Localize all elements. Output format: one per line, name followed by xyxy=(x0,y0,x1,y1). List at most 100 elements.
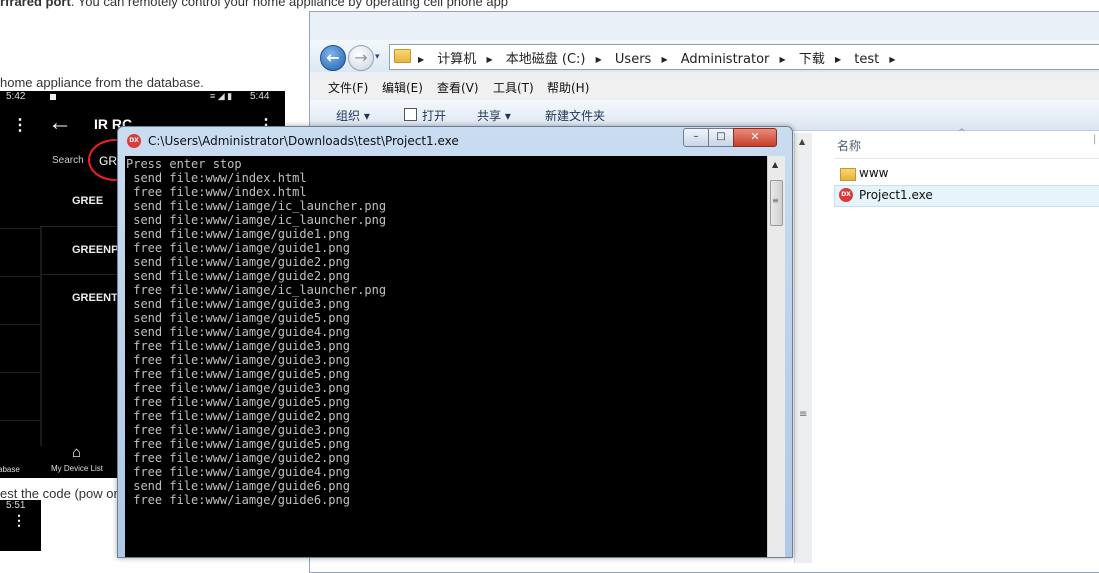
new-folder-button[interactable]: 新建文件夹 xyxy=(545,107,605,124)
phone-divider xyxy=(40,226,42,446)
phone-time-left: 5:42 xyxy=(6,91,26,102)
back-button[interactable]: ← xyxy=(320,45,346,71)
console-line: free file:www/iamge/guide3.png xyxy=(126,423,350,437)
database-label: abase xyxy=(0,465,20,474)
app-icon: DX xyxy=(127,134,141,148)
phone-screenshot-2: 5:51 ⋮ xyxy=(0,500,41,551)
console-line: send file:www/iamge/ic_launcher.png xyxy=(126,213,387,227)
history-dropdown-icon[interactable]: ▾ xyxy=(375,52,380,62)
console-line: free file:www/iamge/guide5.png xyxy=(126,395,350,409)
console-line: free file:www/iamge/guide3.png xyxy=(126,339,350,353)
breadcrumb-downloads[interactable]: 下载 xyxy=(799,48,825,67)
menu-file[interactable]: 文件(F) xyxy=(328,79,368,96)
phone-side-divider xyxy=(0,420,40,421)
phone-search-value: GR xyxy=(99,154,117,168)
exe-icon: DX xyxy=(839,188,853,202)
console-line: free file:www/index.html xyxy=(126,185,307,199)
address-field[interactable]: ▶ 计算机 ▶ 本地磁盘 (C:) ▶ Users ▶ Administrato… xyxy=(389,44,1099,70)
open-button[interactable]: 打开 xyxy=(404,107,446,124)
phone-side-divider xyxy=(0,324,40,325)
console-line: free file:www/iamge/guide2.png xyxy=(126,409,350,423)
console-line: send file:www/index.html xyxy=(126,171,307,185)
overflow-menu-icon: ⋮ xyxy=(12,512,26,528)
sort-ascending-icon: ^ xyxy=(958,128,966,138)
menu-help[interactable]: 帮助(H) xyxy=(547,79,589,96)
console-line: send file:www/iamge/guide6.png xyxy=(126,479,350,493)
scroll-grip-icon: ≡ xyxy=(799,409,808,420)
share-button[interactable]: 共享 ▾ xyxy=(477,107,511,124)
my-device-list-label: My Device List xyxy=(51,464,104,473)
console-line: send file:www/iamge/guide1.png xyxy=(126,227,350,241)
breadcrumb: ▶ 计算机 ▶ 本地磁盘 (C:) ▶ Users ▶ Administrato… xyxy=(418,48,905,67)
console-line: free file:www/iamge/guide1.png xyxy=(126,241,350,255)
console-line: free file:www/iamge/guide6.png xyxy=(126,493,350,507)
brand-item-greent: GREENT xyxy=(72,292,118,304)
console-line: free file:www/iamge/guide5.png xyxy=(126,437,350,451)
console-line: free file:www/iamge/guide3.png xyxy=(126,353,350,367)
brand-item-gree: GREE xyxy=(72,195,104,207)
console-line: free file:www/iamge/guide5.png xyxy=(126,367,350,381)
console-line: free file:www/iamge/guide2.png xyxy=(126,451,350,465)
home-icon: ⌂ xyxy=(72,444,82,461)
web-text-line1: rfrared port. You can remotely control y… xyxy=(0,0,509,9)
breadcrumb-users[interactable]: Users xyxy=(615,52,651,67)
scroll-grip-icon: ≡ xyxy=(772,196,779,205)
menu-view[interactable]: 查看(V) xyxy=(437,79,479,96)
file-name: www xyxy=(859,166,889,180)
open-icon xyxy=(404,108,417,121)
breadcrumb-computer[interactable]: 计算机 xyxy=(437,48,476,67)
folder-icon xyxy=(840,168,856,181)
forward-button[interactable]: → xyxy=(348,45,374,71)
chevron-right-icon[interactable]: ▶ xyxy=(889,55,895,64)
phone-search-label: Search xyxy=(52,155,84,166)
notification-icon xyxy=(50,94,56,100)
chevron-right-icon[interactable]: ▶ xyxy=(780,55,786,64)
brand-item-greenp: GREENP xyxy=(72,244,119,256)
chevron-right-icon[interactable]: ▶ xyxy=(661,55,667,64)
console-title-bar[interactable]: DX C:\Users\Administrator\Downloads\test… xyxy=(118,127,792,155)
column-divider[interactable]: | xyxy=(1093,134,1096,145)
file-name: Project1.exe xyxy=(859,188,933,202)
phone-side-divider xyxy=(0,276,40,277)
file-row-project1-exe[interactable]: DX Project1.exe xyxy=(834,185,1099,207)
console-line: Press enter stop xyxy=(126,157,242,171)
organize-button[interactable]: 组织 ▾ xyxy=(336,107,370,124)
phone-side-divider xyxy=(0,372,40,373)
overflow-menu-icon: ⋮ xyxy=(12,117,28,134)
phone-time-right: 5:44 xyxy=(250,91,270,102)
web-text-line3: est the code (pow on xyxy=(0,486,121,501)
breadcrumb-local-disk[interactable]: 本地磁盘 (C:) xyxy=(506,48,586,67)
scroll-up-icon[interactable]: ▲ xyxy=(799,137,805,146)
menu-tools[interactable]: 工具(T) xyxy=(493,79,534,96)
phone2-time: 5:51 xyxy=(6,500,26,511)
console-window: DX C:\Users\Administrator\Downloads\test… xyxy=(117,126,793,558)
column-header-name[interactable]: ^ 名称 | xyxy=(835,128,1099,159)
maximize-button[interactable]: □ xyxy=(708,128,734,147)
signal-icons: ≡ ◢ ▮ xyxy=(210,91,233,101)
chevron-right-icon[interactable]: ▶ xyxy=(418,55,424,64)
column-name-label: 名称 xyxy=(837,139,862,153)
menu-bar: 文件(F) 编辑(E) 查看(V) 工具(T) 帮助(H) xyxy=(310,74,1099,98)
chevron-right-icon[interactable]: ▶ xyxy=(835,55,841,64)
console-line: free file:www/iamge/guide3.png xyxy=(126,381,350,395)
open-button-label: 打开 xyxy=(422,109,447,123)
web-text-line2: home appliance from the database. xyxy=(0,75,204,90)
console-line: free file:www/iamge/guide4.png xyxy=(126,465,350,479)
console-line: free file:www/iamge/ic_launcher.png xyxy=(126,283,387,297)
nav-pane-scrollbar[interactable]: ▲ ≡ xyxy=(794,133,812,563)
console-line: send file:www/iamge/guide5.png xyxy=(126,311,350,325)
chevron-right-icon[interactable]: ▶ xyxy=(486,55,492,64)
console-output[interactable]: Press enter stop send file:www/index.htm… xyxy=(125,156,767,557)
chevron-right-icon[interactable]: ▶ xyxy=(596,55,602,64)
minimize-button[interactable]: – xyxy=(683,128,709,147)
console-line: send file:www/iamge/guide2.png xyxy=(126,255,350,269)
scroll-up-icon[interactable]: ▲ xyxy=(772,160,778,169)
menu-edit[interactable]: 编辑(E) xyxy=(382,79,423,96)
breadcrumb-administrator[interactable]: Administrator xyxy=(681,52,770,67)
console-scrollbar[interactable]: ▲ ≡ xyxy=(767,156,785,557)
phone-side-divider xyxy=(0,228,40,229)
close-button[interactable]: ✕ xyxy=(733,128,777,147)
console-line: send file:www/iamge/ic_launcher.png xyxy=(126,199,387,213)
file-row-www[interactable]: www xyxy=(835,164,1099,184)
breadcrumb-test[interactable]: test xyxy=(854,52,879,67)
